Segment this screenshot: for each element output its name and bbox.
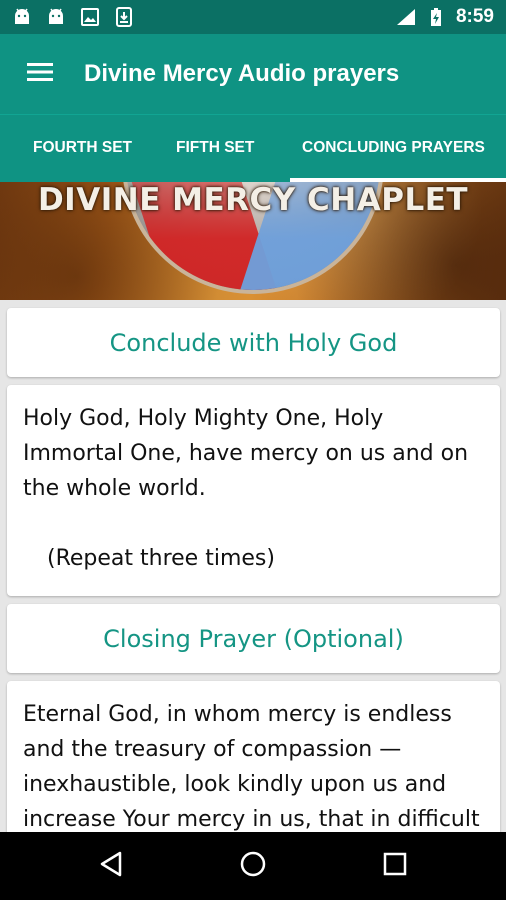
hamburger-menu-icon [27, 62, 53, 86]
section-heading: Closing Prayer (Optional) [103, 624, 404, 653]
back-button[interactable] [81, 836, 141, 896]
heading-card: Conclude with Holy God [7, 308, 500, 377]
prayer-card: Holy God, Holy Mighty One, Holy Immortal… [7, 385, 500, 596]
banner-image: DIVINE MERCY CHAPLET [0, 182, 506, 300]
tab-fourth-set[interactable]: FOURTH SET [33, 139, 132, 157]
prayer-body: Eternal God, in whom mercy is endless an… [23, 702, 480, 832]
section-heading: Conclude with Holy God [109, 328, 398, 357]
prayer-card: Eternal God, in whom mercy is endless an… [7, 681, 500, 832]
status-bar: 8:59 [0, 0, 506, 34]
app-bar: Divine Mercy Audio prayers [0, 34, 506, 114]
android-icon [12, 7, 32, 27]
image-icon [80, 7, 100, 27]
prayer-note: (Repeat three times) [47, 546, 275, 571]
navigation-bar [0, 832, 506, 900]
back-icon [99, 851, 123, 881]
home-button[interactable] [223, 836, 283, 896]
signal-icon [396, 7, 416, 27]
download-icon [114, 7, 134, 27]
menu-button[interactable] [0, 34, 80, 114]
prayer-text: Holy God, Holy Mighty One, Holy Immortal… [7, 385, 500, 576]
tab-fifth-set[interactable]: FIFTH SET [176, 139, 254, 157]
prayer-list[interactable]: Conclude with Holy God Holy God, Holy Mi… [0, 300, 506, 832]
status-time: 8:59 [455, 6, 494, 27]
home-icon [239, 850, 267, 882]
tab-concluding-prayers[interactable]: CONCLUDING PRAYERS [302, 139, 485, 157]
tab-bar: FOURTH SET FIFTH SET CONCLUDING PRAYERS [0, 114, 506, 182]
recents-icon [383, 852, 407, 880]
heading-card: Closing Prayer (Optional) [7, 604, 500, 673]
app-title: Divine Mercy Audio prayers [84, 60, 400, 87]
banner-title: DIVINE MERCY CHAPLET [37, 182, 469, 218]
recents-button[interactable] [365, 836, 425, 896]
battery-charging-icon [426, 7, 446, 27]
prayer-body: Holy God, Holy Mighty One, Holy Immortal… [23, 406, 469, 501]
android-icon [46, 7, 66, 27]
